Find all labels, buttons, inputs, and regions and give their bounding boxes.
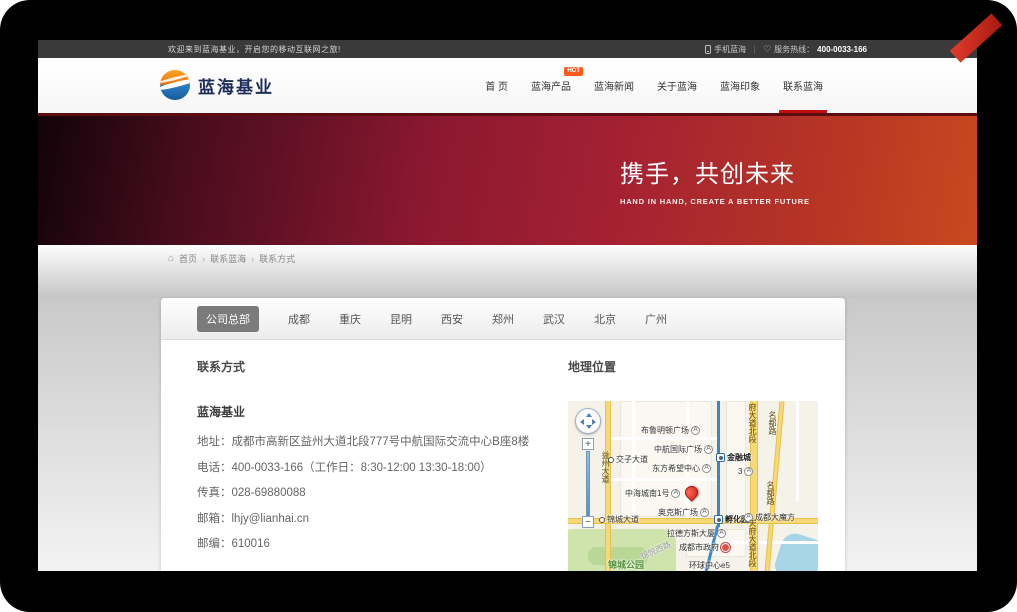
map-poi-label: 中海城南1号A [625, 489, 680, 498]
main-navbar: 蓝海基业 首 页 蓝海产品HOT 蓝海新闻 关于蓝海 蓝海印象 联系蓝海 [38, 58, 977, 113]
hero-banner: 携手，共创未来 HAND IN HAND, CREATE A BETTER FU… [38, 113, 977, 245]
map-poi-label: 成都市政府 [679, 543, 730, 552]
tab-zhengzhou[interactable]: 郑州 [492, 311, 514, 327]
poi-a-icon: A [717, 529, 726, 538]
hot-badge: HOT [564, 67, 583, 76]
pan-left-icon[interactable] [580, 419, 584, 425]
location-section: 地理位置 [568, 358, 818, 571]
brand-logo[interactable]: 蓝海基业 [160, 70, 274, 100]
tab-chengdu[interactable]: 成都 [288, 311, 310, 327]
zoom-out-button[interactable]: − [582, 516, 594, 528]
browser-page: 欢迎来到蓝海基业，开启您的移动互联网之旅! 手机蓝海 ♡ 服务热线： 400-0… [38, 40, 977, 571]
poi-a-icon: A [691, 426, 700, 435]
poi-a-icon: A [702, 464, 711, 473]
device-frame: 欢迎来到蓝海基业，开启您的移动互联网之旅! 手机蓝海 ♡ 服务热线： 400-0… [0, 0, 1017, 612]
nav-menu: 首 页 蓝海产品HOT 蓝海新闻 关于蓝海 蓝海印象 联系蓝海 [485, 58, 823, 113]
nav-item-contact[interactable]: 联系蓝海 [783, 58, 823, 113]
map-poi-label: 3A [738, 467, 753, 476]
contact-phone: 电话：400-0033-166（工作日：8:30-12:00 13:30-18:… [197, 459, 577, 475]
location-title: 地理位置 [568, 358, 818, 375]
content-card: 公司总部 成都 重庆 昆明 西安 郑州 武汉 北京 广州 联系方式 蓝海基业 地… [161, 298, 845, 571]
breadcrumb-home[interactable]: 首页 [179, 252, 197, 265]
map-road [796, 401, 799, 501]
government-icon [721, 543, 730, 552]
map-poi-label: 益州大道 [601, 451, 609, 483]
map-poi-label: 名都路 [766, 481, 774, 505]
brand-name: 蓝海基业 [198, 73, 274, 98]
map-poi-label: 布鲁明顿广场A [641, 426, 700, 435]
city-tabs: 公司总部 成都 重庆 昆明 西安 郑州 武汉 北京 广州 [161, 298, 845, 340]
tab-wuhan[interactable]: 武汉 [543, 311, 565, 327]
contact-email: 邮箱：lhjy@lianhai.cn [197, 510, 577, 526]
tab-chongqing[interactable]: 重庆 [339, 311, 361, 327]
tab-guangzhou[interactable]: 广州 [645, 311, 667, 327]
nav-item-news[interactable]: 蓝海新闻 [594, 58, 634, 113]
nav-item-products[interactable]: 蓝海产品HOT [531, 58, 571, 113]
logo-icon [160, 70, 190, 100]
nav-item-impression[interactable]: 蓝海印象 [720, 58, 760, 113]
map-metro-line [717, 401, 720, 527]
map-poi-label: 东方希望中心A [652, 464, 711, 473]
map-poi-label: 锦城公园 [608, 561, 644, 570]
map-pan-control[interactable] [575, 408, 601, 434]
breadcrumb: ⌂ 首页 › 联系蓝海 › 联系方式 [168, 252, 295, 265]
contact-title: 联系方式 [197, 358, 577, 375]
tab-xian[interactable]: 西安 [441, 311, 463, 327]
zoom-in-button[interactable]: + [582, 438, 594, 450]
zoom-slider[interactable] [586, 451, 590, 517]
map-poi-label: 金融城 [716, 453, 751, 462]
home-icon: ⌂ [168, 253, 174, 264]
map-road [608, 437, 718, 440]
map-poi-label: 锦城大道 [599, 516, 639, 524]
tab-beijing[interactable]: 北京 [594, 311, 616, 327]
metro-station-icon [716, 453, 725, 462]
service-hotline: ♡ 服务热线： 400-0033-166 [763, 44, 867, 55]
banner-title: 携手，共创未来 [620, 154, 810, 189]
contact-zipcode: 邮编：610016 [197, 535, 577, 551]
map-road [608, 478, 718, 481]
breadcrumb-contact[interactable]: 联系蓝海 [210, 252, 246, 265]
nav-item-home[interactable]: 首 页 [485, 58, 508, 113]
pan-right-icon[interactable] [592, 419, 596, 425]
poi-a-icon: A [671, 489, 680, 498]
map-poi-label: 府大道北段 [748, 403, 756, 443]
map-poi-label: 中航国际广场A [654, 445, 713, 454]
mobile-site-link[interactable]: 手机蓝海 [705, 44, 746, 55]
map-road [686, 401, 689, 520]
map-canvas[interactable]: + − 布鲁明顿广场A 中航国际广场A 东方希望中心A 交子大道 金融城 3A 中海城南1号… [568, 401, 818, 571]
poi-a-icon: A [700, 508, 709, 517]
tab-kunming[interactable]: 昆明 [390, 311, 412, 327]
contact-section: 联系方式 蓝海基业 地址：成都市高新区益州大道北段777号中航国际交流中心B座8… [197, 358, 577, 561]
hotline-number: 400-0033-166 [817, 45, 867, 54]
banner-subtitle: HAND IN HAND, CREATE A BETTER FUTURE [620, 197, 810, 206]
poi-a-icon: A [744, 467, 753, 476]
pan-up-icon[interactable] [586, 413, 592, 417]
nav-item-about[interactable]: 关于蓝海 [657, 58, 697, 113]
metro-station-icon [714, 515, 723, 524]
heart-icon: ♡ [763, 45, 771, 54]
map-poi-label: 名都路 [768, 411, 776, 435]
welcome-text: 欢迎来到蓝海基业，开启您的移动互联网之旅! [168, 44, 341, 55]
map-poi-label: 天府大道北段 [748, 519, 756, 567]
topbar-divider [754, 45, 755, 54]
mobile-phone-icon [705, 45, 711, 54]
breadcrumb-band: ⌂ 首页 › 联系蓝海 › 联系方式 [38, 245, 977, 298]
poi-a-icon: A [704, 445, 713, 454]
map-poi-label: 奥克斯广场A [658, 508, 709, 517]
tab-headquarters[interactable]: 公司总部 [197, 306, 259, 332]
utility-bar: 欢迎来到蓝海基业，开启您的移动互联网之旅! 手机蓝海 ♡ 服务热线： 400-0… [38, 40, 977, 58]
map-poi-label: 拉德方斯大厦A [667, 529, 726, 538]
map-road-yizhou [605, 401, 611, 571]
breadcrumb-current: 联系方式 [259, 252, 295, 265]
company-name: 蓝海基业 [197, 403, 577, 420]
map-poi-label: 交子大道 [608, 456, 648, 464]
contact-fax: 传真：028-69880088 [197, 484, 577, 500]
map-poi-label: 环球中心e5 [689, 562, 730, 570]
contact-address: 地址：成都市高新区益州大道北段777号中航国际交流中心B座8楼 [197, 433, 577, 449]
bus-stop-icon [599, 517, 605, 523]
map-water-area [772, 530, 818, 571]
pan-down-icon[interactable] [586, 425, 592, 429]
